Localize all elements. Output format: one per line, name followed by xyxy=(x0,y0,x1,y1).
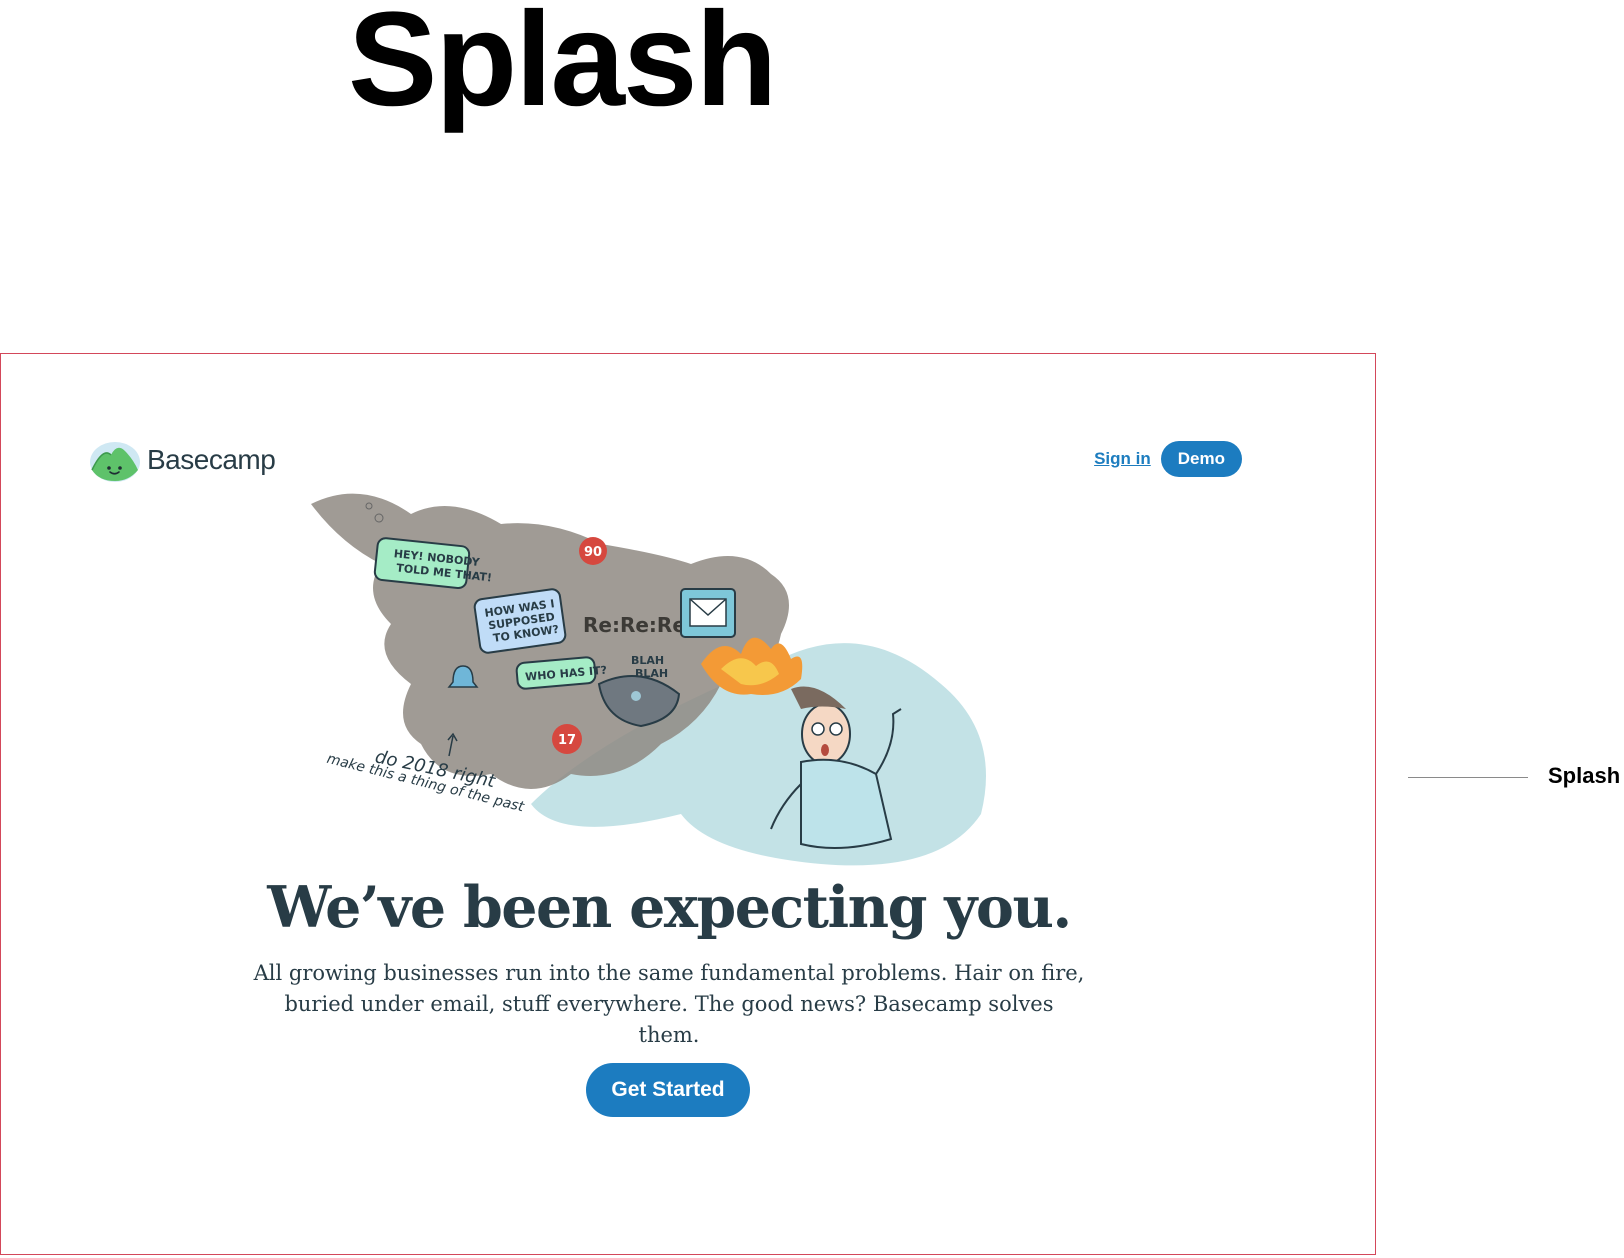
annotation-label: Splash xyxy=(1548,763,1621,788)
brand-name: Basecamp xyxy=(147,444,276,475)
splash-frame: Basecamp Sign in Demo HEY! NOBODY TOLD M… xyxy=(0,353,1376,1255)
annotation-line xyxy=(1408,777,1528,778)
hero-title: We’ve been expecting you. xyxy=(267,874,1072,941)
get-started-button[interactable]: Get Started xyxy=(586,1063,750,1117)
top-nav: Sign in Demo xyxy=(1094,441,1242,477)
svg-text:90: 90 xyxy=(584,545,602,560)
svg-text:BLAH: BLAH xyxy=(631,654,664,667)
basecamp-logo[interactable]: Basecamp xyxy=(89,437,276,483)
bubble-how: HOW WAS I SUPPOSED TO KNOW? xyxy=(473,588,567,654)
hero-description: All growing businesses run into the same… xyxy=(253,961,1085,1047)
demo-button[interactable]: Demo xyxy=(1160,441,1242,477)
svg-text:Re:Re:Re:: Re:Re:Re: xyxy=(583,613,694,637)
svg-text:17: 17 xyxy=(558,733,576,748)
basecamp-logo-icon xyxy=(90,442,140,482)
page-heading: Splash xyxy=(348,0,777,134)
sign-in-link[interactable]: Sign in xyxy=(1094,449,1151,469)
hero-illustration: HEY! NOBODY TOLD ME THAT! HOW WAS I SUPP… xyxy=(311,493,986,866)
